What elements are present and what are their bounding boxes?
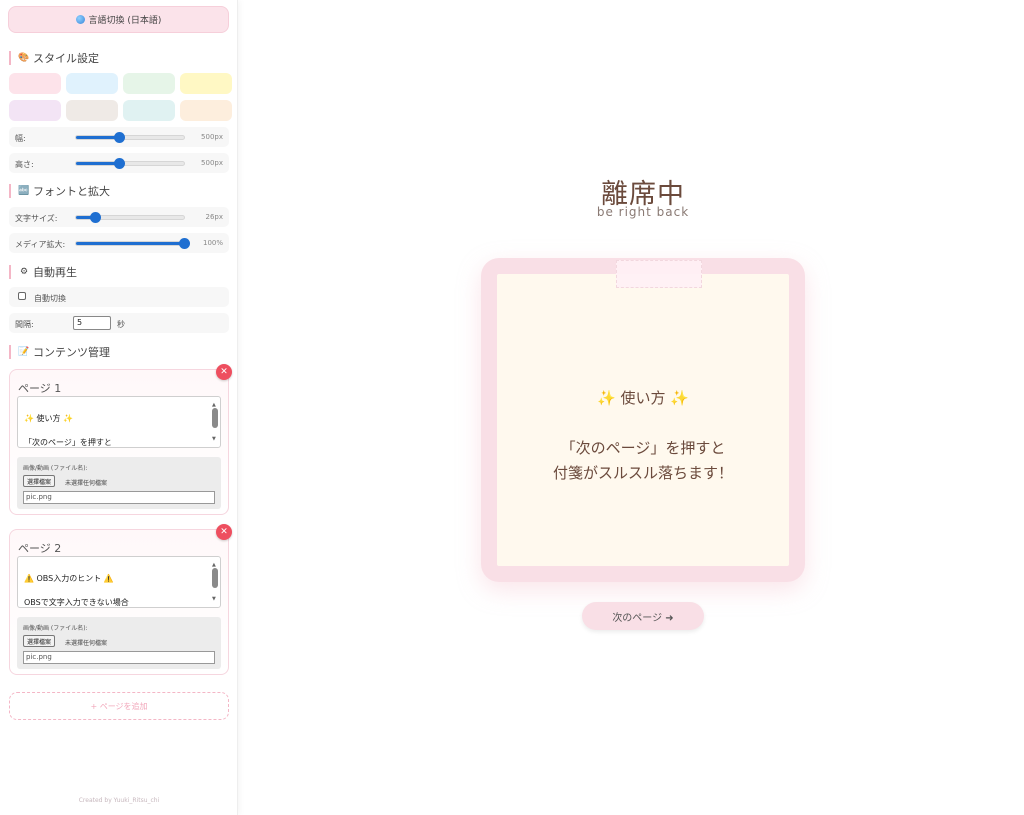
page-2-text: ⚠️ OBS入力のヒント ⚠️ OBSで文字入力できない場合 一度メモ帳などで作… [24,574,129,607]
page-1-media-label: 画像/動画 (ファイル名): [23,465,88,472]
tape [616,260,702,288]
fontsize-row: 文字サイズ: 26px [9,207,229,227]
page-1-text-input[interactable]: ✨ 使い方 ✨ 「次のページ」を押すと 付箋がスルスル落ちます！ ▲ ▼ [17,396,221,448]
memo-icon: 📝 [18,347,30,357]
color-swatch-7[interactable] [123,100,175,121]
page-2-scrollbar[interactable]: ▲ ▼ [212,559,218,605]
next-page-button[interactable]: 次のページ ➜ [582,602,704,630]
scroll-down-icon[interactable]: ▼ [212,593,216,605]
autoplay-section-label: 自動再生 [33,266,77,279]
auto-switch-label: 自動切換 [34,294,66,303]
width-value: 500px [201,133,223,141]
font-section-title: 🔤 フォントと拡大 [9,184,110,198]
page-2-choose-file-button[interactable]: 選擇檔案 [23,635,56,647]
media-scale-row: メディア拡大: 100% [9,233,229,253]
language-toggle-label: 言語切換 (日本語) [88,16,162,26]
style-section-label: スタイル設定 [33,52,99,65]
auto-switch-checkbox[interactable] [18,292,26,300]
page-1-filename-input[interactable]: pic.png [23,491,215,504]
scroll-thumb[interactable] [212,408,218,428]
width-label: 幅: [15,134,26,143]
color-swatch-4[interactable] [180,73,232,94]
gear-icon: ⚙ [19,267,29,277]
content-section-label: コンテンツ管理 [33,346,110,359]
autoplay-section-title: ⚙ 自動再生 [9,265,77,279]
delete-page-1-button[interactable]: ✕ [216,364,232,380]
page-2-title: ページ 2 [18,542,62,555]
sticky-note-text: ✨ 使い方 ✨ 「次のページ」を押すと 付箋がスルスル落ちます！ [552,389,733,482]
page-2-media-label: 画像/動画 (ファイル名): [23,625,88,632]
fontsize-slider[interactable] [75,212,185,223]
color-swatch-8[interactable] [180,100,232,121]
media-scale-label: メディア拡大: [15,240,66,249]
page-2-filename-input[interactable]: pic.png [23,651,215,664]
style-section-title: 🎨 スタイル設定 [9,51,99,65]
language-toggle-button[interactable]: 言語切換 (日本語) [8,6,229,33]
page-1-title: ページ 1 [18,382,62,395]
page-1-scrollbar[interactable]: ▲ ▼ [212,399,218,445]
interval-label: 間隔: [15,320,34,329]
page-2-text-input[interactable]: ⚠️ OBS入力のヒント ⚠️ OBSで文字入力できない場合 一度メモ帳などで作… [17,556,221,608]
color-swatch-3[interactable] [123,73,175,94]
main-subtitle: be right back [596,205,690,219]
fontsize-value: 26px [205,213,224,221]
font-section-label: フォントと拡大 [33,185,110,198]
width-slider-handle[interactable] [114,132,126,143]
page-1-text: ✨ 使い方 ✨ 「次のページ」を押すと 付箋がスルスル落ちます！ [24,414,112,447]
page-1-choose-file-button[interactable]: 選擇檔案 [23,475,56,487]
page-card-1: ✕ ページ 1 ✨ 使い方 ✨ 「次のページ」を押すと 付箋がスルスル落ちます！… [9,364,232,515]
color-swatch-1[interactable] [9,73,61,94]
credit-text: Created by Yuuki_Ritsu_chi [78,797,160,804]
add-page-button[interactable]: + ページを追加 [9,692,229,720]
media-scale-value: 100% [202,239,223,247]
page-2-media: 画像/動画 (ファイル名): 選擇檔案 未選擇任何檔案 pic.png [17,617,221,669]
interval-input[interactable]: 5 [73,316,111,330]
media-scale-slider[interactable] [75,238,190,249]
sidebar: 言語切換 (日本語) 🎨 スタイル設定 幅: 500px 高さ: 500px 🔤… [0,0,238,815]
width-slider[interactable] [75,132,185,143]
color-swatch-5[interactable] [9,100,61,121]
color-swatch-6[interactable] [66,100,118,121]
page-card-2: ✕ ページ 2 ⚠️ OBS入力のヒント ⚠️ OBSで文字入力できない場合 一… [9,524,232,675]
color-swatch-2[interactable] [66,73,118,94]
height-row: 高さ: 500px [9,153,229,173]
interval-unit: 秒 [117,320,125,329]
abc-icon: 🔤 [18,186,30,196]
page-2-no-file-text: 未選擇任何檔案 [65,640,108,647]
page-1-no-file-text: 未選擇任何檔案 [65,480,108,487]
fontsize-label: 文字サイズ: [15,214,58,223]
media-scale-slider-handle[interactable] [179,238,190,249]
palette-icon: 🎨 [18,53,30,63]
height-slider[interactable] [75,158,185,169]
scroll-down-icon[interactable]: ▼ [212,433,216,445]
width-row: 幅: 500px [9,127,229,147]
delete-page-2-button[interactable]: ✕ [216,524,232,540]
height-label: 高さ: [15,160,34,169]
sticky-note: ✨ 使い方 ✨ 「次のページ」を押すと 付箋がスルスル落ちます！ [497,260,789,566]
height-slider-handle[interactable] [114,158,126,169]
globe-icon [75,15,85,24]
interval-row: 間隔: 5 秒 [9,313,229,333]
page-1-media: 画像/動画 (ファイル名): 選擇檔案 未選擇任何檔案 pic.png [17,457,221,509]
scroll-thumb[interactable] [212,568,218,588]
sticky-note-frame: ✨ 使い方 ✨ 「次のページ」を押すと 付箋がスルスル落ちます！ [481,258,805,582]
fontsize-slider-handle[interactable] [90,212,102,223]
auto-switch-row: 自動切換 [9,287,229,307]
content-section-title: 📝 コンテンツ管理 [9,345,110,359]
height-value: 500px [201,159,223,167]
